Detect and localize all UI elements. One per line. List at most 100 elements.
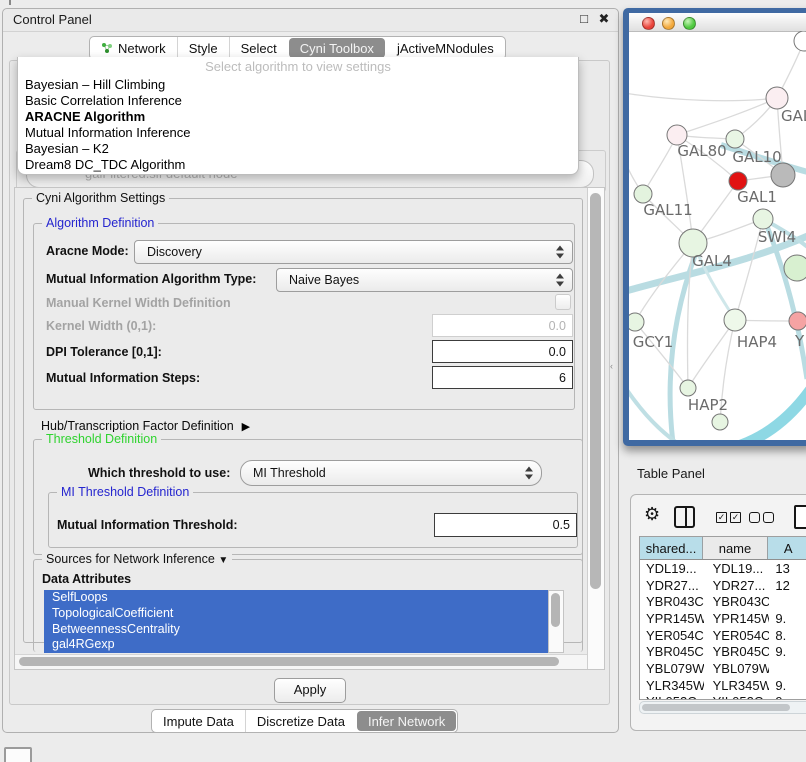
gear-icon[interactable]: ⚙: [644, 504, 660, 525]
network-node[interactable]: [712, 414, 728, 430]
attribute-item-gal4rgexp[interactable]: gal4RGexp: [44, 637, 548, 653]
table-cell[interactable]: YDR27...: [640, 578, 704, 593]
minimize-traffic-light[interactable]: [662, 17, 675, 30]
table-cell[interactable]: YPR145W: [704, 611, 770, 626]
table-cell[interactable]: YER054C: [704, 628, 770, 643]
attributes-list-scrollbar[interactable]: [548, 590, 564, 653]
table-row[interactable]: YLR345WYLR345W9.: [640, 677, 806, 694]
table-row[interactable]: YPR145WYPR145W9.: [640, 610, 806, 627]
algorithm-option-dream8-dc-tdc-algorithm[interactable]: Dream8 DC_TDC Algorithm: [18, 157, 578, 173]
attribute-item-topologicalcoefficient[interactable]: TopologicalCoefficient: [44, 606, 548, 622]
table-row[interactable]: YBR045CYBR045C9.: [640, 643, 806, 660]
network-node[interactable]: [771, 163, 795, 187]
table-cell[interactable]: YBR043C: [640, 594, 704, 609]
column-header-3[interactable]: A: [768, 537, 806, 559]
close-traffic-light[interactable]: [642, 17, 655, 30]
settings-hscrollbar-thumb[interactable]: [19, 657, 559, 666]
attributes-scrollbar-thumb[interactable]: [551, 593, 560, 627]
which-threshold-combo[interactable]: MI Threshold: [240, 460, 542, 486]
table-cell[interactable]: 9.: [769, 644, 806, 659]
table-cell[interactable]: YER054C: [640, 628, 704, 643]
table-cell[interactable]: YLR345W: [640, 678, 704, 693]
attribute-item-betweennesscentrality[interactable]: BetweennessCentrality: [44, 622, 548, 638]
panel-divider-grip[interactable]: ‹: [610, 363, 616, 370]
table-row[interactable]: YIL052CYIL052C9: [640, 694, 806, 701]
network-canvas[interactable]: GALGAL80GAL10GAL1GAL11GAL4SWI4GCY1HAP4YH…: [629, 31, 806, 440]
table-row[interactable]: YDR27...YDR27...12: [640, 577, 806, 594]
document-icon[interactable]: [794, 505, 806, 529]
table-row[interactable]: YBL079WYBL079W: [640, 660, 806, 677]
table-row[interactable]: YBR043CYBR043C: [640, 593, 806, 610]
tab-jactivemnodules[interactable]: jActiveMNodules: [386, 37, 505, 59]
table-cell[interactable]: 8.: [769, 628, 806, 643]
table-hscrollbar-thumb[interactable]: [642, 704, 790, 711]
close-window-icon[interactable]: ✖: [596, 11, 612, 27]
table-cell[interactable]: YBR045C: [640, 644, 704, 659]
corner-panel-icon[interactable]: [4, 747, 32, 762]
column-header-2[interactable]: name: [703, 537, 768, 559]
unchecked-checkbox-icon[interactable]: [763, 512, 774, 523]
network-node[interactable]: [794, 31, 806, 51]
network-node[interactable]: [726, 130, 744, 148]
table-cell[interactable]: YIL052C: [704, 694, 770, 700]
tab-style[interactable]: Style: [177, 37, 229, 59]
table-cell[interactable]: YLR345W: [704, 678, 770, 693]
network-node[interactable]: [629, 313, 644, 331]
table-cell[interactable]: YDR27...: [704, 578, 770, 593]
table-cell[interactable]: YPR145W: [640, 611, 704, 626]
table-cell[interactable]: 9.: [769, 678, 806, 693]
network-node[interactable]: [784, 255, 806, 281]
apply-button[interactable]: Apply: [274, 678, 346, 703]
kernel-width-field[interactable]: 0.0: [432, 314, 573, 337]
zoom-traffic-light[interactable]: [683, 17, 696, 30]
table-cell[interactable]: 9: [769, 694, 806, 700]
table-row[interactable]: YDL19...YDL19...13: [640, 560, 806, 577]
mi-steps-field[interactable]: 6: [432, 366, 573, 389]
tab-select[interactable]: Select: [229, 37, 288, 59]
data-attributes-list[interactable]: SelfLoopsTopologicalCoefficientBetweenne…: [44, 590, 548, 653]
network-node[interactable]: [680, 380, 696, 396]
unchecked-checkbox-icon[interactable]: [749, 512, 760, 523]
algorithm-option-mutual-information-inference[interactable]: Mutual Information Inference: [18, 125, 578, 141]
dpi-tolerance-field[interactable]: 0.0: [432, 340, 573, 363]
attribute-item-selfloops[interactable]: SelfLoops: [44, 590, 548, 606]
tab-network[interactable]: Network: [90, 37, 177, 59]
hub-definition-expander[interactable]: Hub/Transcription Factor Definition▶: [41, 419, 250, 433]
column-header-1[interactable]: shared...: [640, 537, 703, 559]
algorithm-option-basic-correlation-inference[interactable]: Basic Correlation Inference: [18, 93, 578, 109]
table-cell[interactable]: YBR043C: [704, 594, 770, 609]
table-cell[interactable]: 12: [769, 578, 806, 593]
table-cell[interactable]: YIL052C: [640, 694, 704, 700]
tab-infer-network[interactable]: Infer Network: [357, 711, 456, 731]
network-node[interactable]: [753, 209, 773, 229]
table-cell[interactable]: 13: [769, 561, 806, 576]
settings-horizontal-scrollbar[interactable]: [15, 654, 587, 669]
table-horizontal-scrollbar[interactable]: [639, 701, 806, 714]
network-node[interactable]: [766, 87, 788, 109]
table-row[interactable]: YER054CYER054C8.: [640, 627, 806, 644]
sources-title[interactable]: Sources for Network Inference ▼: [42, 552, 232, 568]
mi-threshold-field[interactable]: 0.5: [434, 513, 577, 537]
aracne-mode-combo[interactable]: Discovery: [134, 240, 573, 264]
network-node[interactable]: [724, 309, 746, 331]
algorithm-option-aracne-algorithm[interactable]: ARACNE Algorithm: [18, 109, 578, 125]
table-cell[interactable]: YBL079W: [640, 661, 704, 676]
table-cell[interactable]: YDL19...: [640, 561, 704, 576]
tab-discretize-data[interactable]: Discretize Data: [245, 710, 356, 732]
algorithm-option-bayesian-k2[interactable]: Bayesian – K2: [18, 141, 578, 157]
checked-checkbox-icon[interactable]: ✓: [716, 512, 727, 523]
table-cell[interactable]: YBR045C: [704, 644, 770, 659]
columns-icon[interactable]: [674, 506, 695, 528]
network-node[interactable]: [789, 312, 806, 330]
algorithm-option-bayesian-hill-climbing[interactable]: Bayesian – Hill Climbing: [18, 77, 578, 93]
table-cell[interactable]: YDL19...: [704, 561, 770, 576]
settings-scrollbar-thumb[interactable]: [590, 193, 601, 589]
table-cell[interactable]: YBL079W: [704, 661, 770, 676]
manual-kernel-checkbox[interactable]: [555, 294, 571, 310]
float-window-icon[interactable]: □: [576, 11, 592, 26]
mi-type-combo[interactable]: Naive Bayes: [276, 268, 573, 292]
checked-checkbox-icon[interactable]: ✓: [730, 512, 741, 523]
table-cell[interactable]: 9.: [769, 611, 806, 626]
tab-cyni-toolbox[interactable]: Cyni Toolbox: [289, 38, 385, 58]
settings-vertical-scrollbar[interactable]: [587, 188, 604, 669]
